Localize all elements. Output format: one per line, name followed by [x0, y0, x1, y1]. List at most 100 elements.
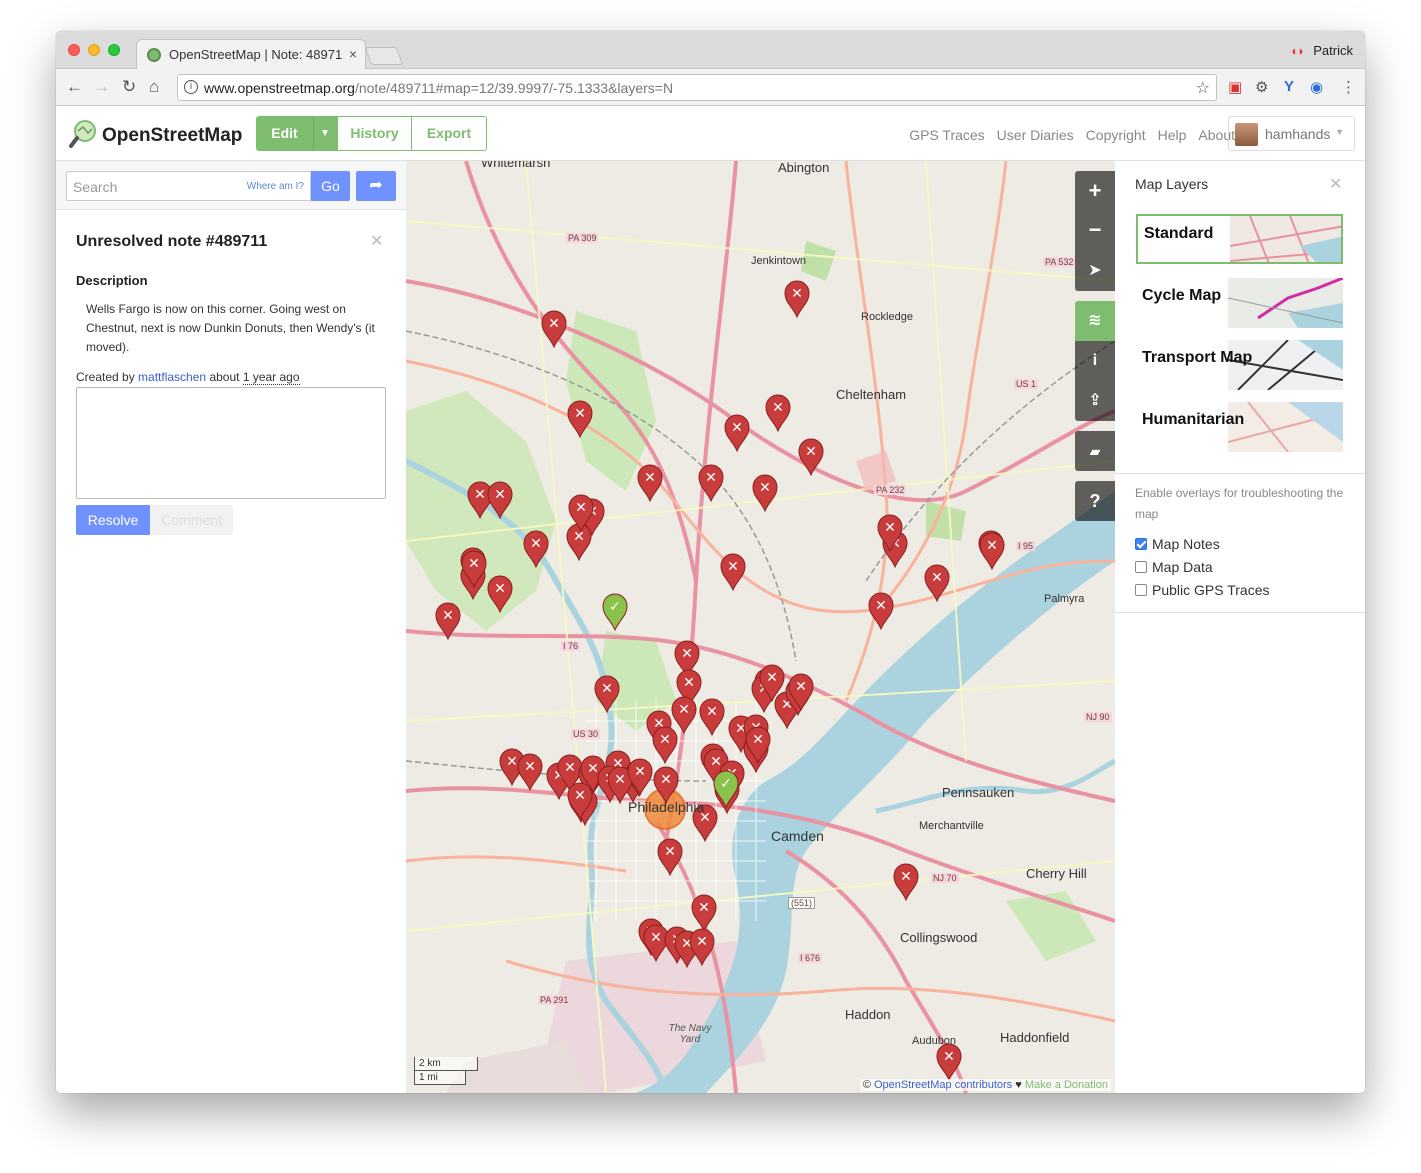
export-button[interactable]: Export	[412, 116, 487, 151]
fullscreen-window-button[interactable]	[108, 44, 120, 56]
globe-extension-icon[interactable]: ◉	[1310, 78, 1323, 96]
note-marker[interactable]: ✕	[643, 924, 669, 963]
note-marker[interactable]: ✕	[784, 280, 810, 319]
calendar-extension-icon[interactable]: ▣	[1228, 78, 1242, 96]
note-marker[interactable]: ✕	[637, 464, 663, 503]
note-marker[interactable]: ✕	[653, 766, 679, 805]
y-extension-icon[interactable]: Y	[1284, 78, 1294, 95]
donate-link[interactable]: Make a Donation	[1025, 1079, 1108, 1091]
note-marker[interactable]: ✕	[689, 928, 715, 967]
bookmark-star-icon[interactable]: ☆	[1196, 78, 1210, 98]
note-marker[interactable]: ✕	[724, 414, 750, 453]
close-window-button[interactable]	[68, 44, 80, 56]
profile-button[interactable]: ◖◗ Patrick	[1290, 43, 1353, 58]
history-button[interactable]: History	[337, 116, 412, 151]
locate-icon[interactable]: ➤	[1075, 251, 1115, 291]
query-features-icon[interactable]: ?	[1075, 481, 1115, 521]
overlay-gps-traces[interactable]: Public GPS Traces	[1135, 582, 1270, 598]
layer-humanitarian[interactable]: Humanitarian	[1136, 402, 1343, 452]
note-marker[interactable]: ✕	[752, 474, 778, 513]
nav-gps-traces[interactable]: GPS Traces	[909, 127, 984, 143]
nav-copyright[interactable]: Copyright	[1086, 127, 1146, 143]
close-icon[interactable]: ✕	[1329, 174, 1342, 194]
share-icon[interactable]: ⇪	[1075, 381, 1115, 421]
edit-button[interactable]: Edit	[256, 116, 313, 151]
note-marker[interactable]: ✕	[523, 530, 549, 569]
place-label: Merchantville	[919, 820, 984, 832]
osm-logo-icon[interactable]	[68, 119, 98, 149]
tab-close-icon[interactable]: ×	[349, 46, 357, 62]
note-marker[interactable]: ✕	[652, 726, 678, 765]
note-marker[interactable]: ✕	[698, 464, 724, 503]
go-button[interactable]: Go	[311, 171, 350, 201]
comment-textarea[interactable]	[76, 387, 386, 499]
sidebar: Search Where am I? Go ➦ Unresolved note …	[56, 161, 406, 1093]
layer-transport-map[interactable]: Transport Map	[1136, 340, 1343, 390]
created-user-link[interactable]: mattflaschen	[138, 370, 206, 384]
note-marker[interactable]: ✕	[435, 602, 461, 641]
checkbox[interactable]	[1135, 561, 1147, 573]
osm-contributors-link[interactable]: OpenStreetMap contributors	[874, 1079, 1012, 1091]
info-icon[interactable]: i	[1075, 341, 1115, 381]
nav-help[interactable]: Help	[1158, 127, 1187, 143]
forward-arrow-icon[interactable]: →	[93, 77, 110, 97]
note-marker[interactable]: ✕	[517, 753, 543, 792]
note-marker[interactable]: ✕	[868, 592, 894, 631]
note-marker[interactable]: ✕	[566, 523, 592, 562]
note-marker[interactable]: ✕	[893, 863, 919, 902]
nav-user-diaries[interactable]: User Diaries	[997, 127, 1074, 143]
note-marker[interactable]: ✕	[979, 532, 1005, 571]
note-marker[interactable]: ✕	[487, 575, 513, 614]
browser-tab[interactable]: OpenStreetMap | Note: 48971 ×	[136, 39, 366, 69]
note-marker[interactable]: ✕	[541, 310, 567, 349]
note-marker[interactable]: ✕	[567, 400, 593, 439]
user-menu[interactable]: hamhands ▼	[1228, 116, 1355, 151]
humanitarian-thumbnail-icon	[1228, 402, 1343, 452]
note-marker[interactable]: ✕	[924, 564, 950, 603]
map-view[interactable]: ✕ ✕ ✕ ✕ ✕ ✕ ✕ ✕ ✕ ✕ ✕ ✕ ✕ ✕ ✕ ✕ ✕ ✕ ✕ ✕ ✕ ✕ ✕ ✕ ✕ ✕ ✕ ✕ ✕ ✕ ✕ ✕ ✕ ✕ ✕ ✕ ✕ ✕ ✕ ✕…	[406, 161, 1115, 1093]
home-icon[interactable]: ⌂	[149, 77, 159, 97]
back-arrow-icon[interactable]: ←	[66, 77, 83, 97]
comment-button[interactable]: Comment	[150, 505, 233, 535]
note-marker[interactable]: ✕	[487, 481, 513, 520]
zoom-out-button[interactable]: −	[1075, 211, 1115, 251]
resolve-button[interactable]: Resolve	[76, 505, 150, 535]
note-marker[interactable]: ✓	[602, 593, 628, 632]
checkbox-checked[interactable]	[1135, 538, 1147, 550]
divider	[1115, 473, 1365, 474]
osm-favicon-icon	[147, 48, 161, 62]
checkbox[interactable]	[1135, 584, 1147, 596]
note-marker[interactable]: ✕	[765, 394, 791, 433]
add-note-icon[interactable]: ▰	[1075, 431, 1115, 471]
site-info-icon[interactable]: i	[184, 80, 198, 94]
note-marker[interactable]: ✕	[691, 894, 717, 933]
overlay-map-data[interactable]: Map Data	[1135, 559, 1213, 575]
zoom-in-button[interactable]: +	[1075, 171, 1115, 211]
gear-extension-icon[interactable]: ⚙	[1255, 78, 1268, 96]
edit-dropdown-caret-icon[interactable]: ▼	[313, 116, 337, 151]
note-marker[interactable]: ✕	[671, 696, 697, 735]
menu-kebab-icon[interactable]: ⋮	[1341, 78, 1356, 96]
note-marker[interactable]: ✕	[798, 438, 824, 477]
svg-text:✕: ✕	[698, 900, 710, 916]
reload-icon[interactable]: ↻	[122, 77, 136, 97]
directions-icon[interactable]: ➦	[356, 171, 396, 201]
minimize-window-button[interactable]	[88, 44, 100, 56]
overlay-map-notes[interactable]: Map Notes	[1135, 536, 1220, 552]
search-input[interactable]: Search Where am I?	[66, 171, 311, 201]
note-marker[interactable]: ✕	[699, 698, 725, 737]
note-marker[interactable]: ✕	[936, 1043, 962, 1082]
url-input[interactable]: i www.openstreetmap.org/note/489711#map=…	[177, 74, 1217, 101]
layers-icon[interactable]: ≋	[1075, 301, 1115, 341]
svg-text:✕: ✕	[506, 754, 518, 770]
note-marker[interactable]: ✕	[657, 838, 683, 877]
layer-standard[interactable]: Standard	[1136, 214, 1343, 264]
where-am-i-link[interactable]: Where am I?	[247, 181, 304, 192]
close-icon[interactable]: ✕	[370, 231, 383, 251]
new-tab-button[interactable]	[364, 47, 404, 65]
layer-cycle-map[interactable]: Cycle Map	[1136, 278, 1343, 328]
site-title[interactable]: OpenStreetMap	[102, 125, 242, 147]
note-marker[interactable]: ✕	[594, 675, 620, 714]
note-marker[interactable]: ✕	[467, 481, 493, 520]
note-marker[interactable]: ✕	[720, 553, 746, 592]
